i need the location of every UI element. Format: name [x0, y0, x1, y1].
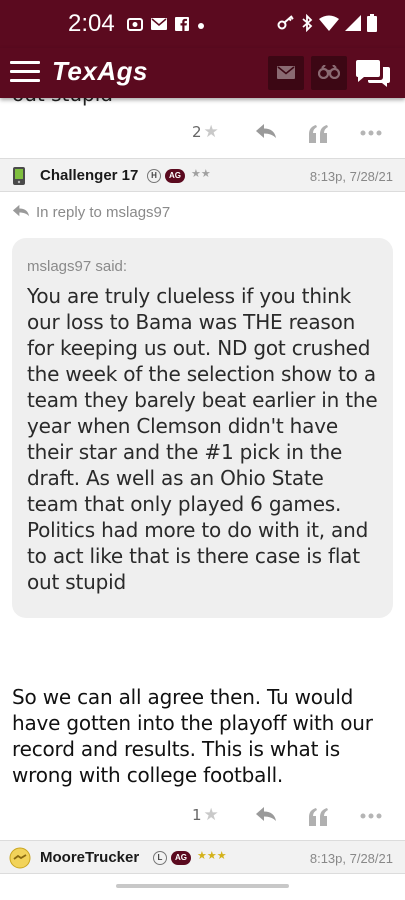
status-time: 2:04	[68, 10, 115, 37]
more-icon[interactable]	[360, 120, 382, 141]
app-bar: TexAgs	[0, 48, 405, 98]
quote-author: mslags97 said:	[27, 258, 128, 275]
chat-button[interactable]	[354, 58, 392, 88]
in-reply-to-label: In reply to mslags97	[36, 204, 171, 221]
post-body: So we can all agree then. Tu would have …	[12, 685, 373, 787]
reply-icon[interactable]	[255, 120, 277, 144]
next-post-header: MooreTrucker L AG ★★★ 8:13p, 7/28/21	[0, 840, 405, 874]
phone-icon	[12, 166, 26, 186]
menu-icon[interactable]	[10, 61, 40, 83]
user-stars: ★★	[191, 167, 211, 180]
chat-icon	[354, 60, 392, 92]
next-post-timestamp[interactable]: 8:13p, 7/28/21	[310, 851, 393, 866]
user-stars: ★★★	[197, 849, 227, 862]
quote-text: You are truly clueless if you think our …	[27, 284, 378, 594]
camera-icon	[127, 17, 143, 35]
rating-count: 1	[192, 806, 202, 824]
facebook-icon	[175, 17, 189, 35]
wifi-icon	[319, 15, 339, 35]
messages-button[interactable]	[268, 56, 304, 90]
rating-button[interactable]: 1 ★	[192, 805, 219, 825]
star-icon: ★	[203, 122, 219, 142]
dot-icon	[197, 18, 205, 34]
notification-icons	[127, 17, 205, 35]
reply-icon[interactable]	[255, 803, 277, 827]
post-timestamp[interactable]: 8:13p, 7/28/21	[310, 169, 393, 184]
mail-icon	[277, 64, 295, 83]
next-post-author[interactable]: MooreTrucker	[40, 849, 139, 866]
watch-button[interactable]	[311, 56, 347, 90]
texags-logo[interactable]: TexAgs	[52, 56, 148, 87]
badge-l: L	[153, 851, 167, 865]
post-actions: 1 ★	[0, 801, 405, 831]
battery-icon	[367, 14, 377, 36]
more-icon[interactable]	[360, 803, 382, 824]
binoculars-icon	[317, 63, 341, 83]
mail-icon	[151, 18, 167, 34]
rating-button[interactable]: 2 ★	[192, 122, 219, 142]
system-icons	[277, 13, 377, 36]
rating-hand-icon	[8, 847, 32, 869]
badge-h: H	[147, 169, 161, 183]
status-bar: 2:04	[0, 0, 405, 48]
key-icon	[277, 15, 295, 35]
signal-icon	[345, 15, 361, 35]
quote-box: mslags97 said: You are truly clueless if…	[12, 238, 393, 618]
rating-count: 2	[192, 123, 202, 141]
reply-arrow-icon	[12, 204, 30, 221]
home-indicator[interactable]	[116, 884, 289, 888]
star-icon: ★	[203, 805, 219, 825]
quote-icon[interactable]	[308, 799, 328, 834]
bluetooth-icon	[301, 13, 313, 36]
post-actions-previous: 2 ★	[0, 118, 405, 148]
in-reply-to[interactable]: In reply to mslags97	[12, 204, 170, 221]
post-header: Challenger 17 H AG ★★ 8:13p, 7/28/21	[0, 158, 405, 192]
badge-ag: AG	[165, 169, 185, 183]
quote-icon[interactable]	[308, 116, 328, 151]
badge-ag: AG	[171, 851, 191, 865]
post-author[interactable]: Challenger 17	[40, 167, 138, 184]
